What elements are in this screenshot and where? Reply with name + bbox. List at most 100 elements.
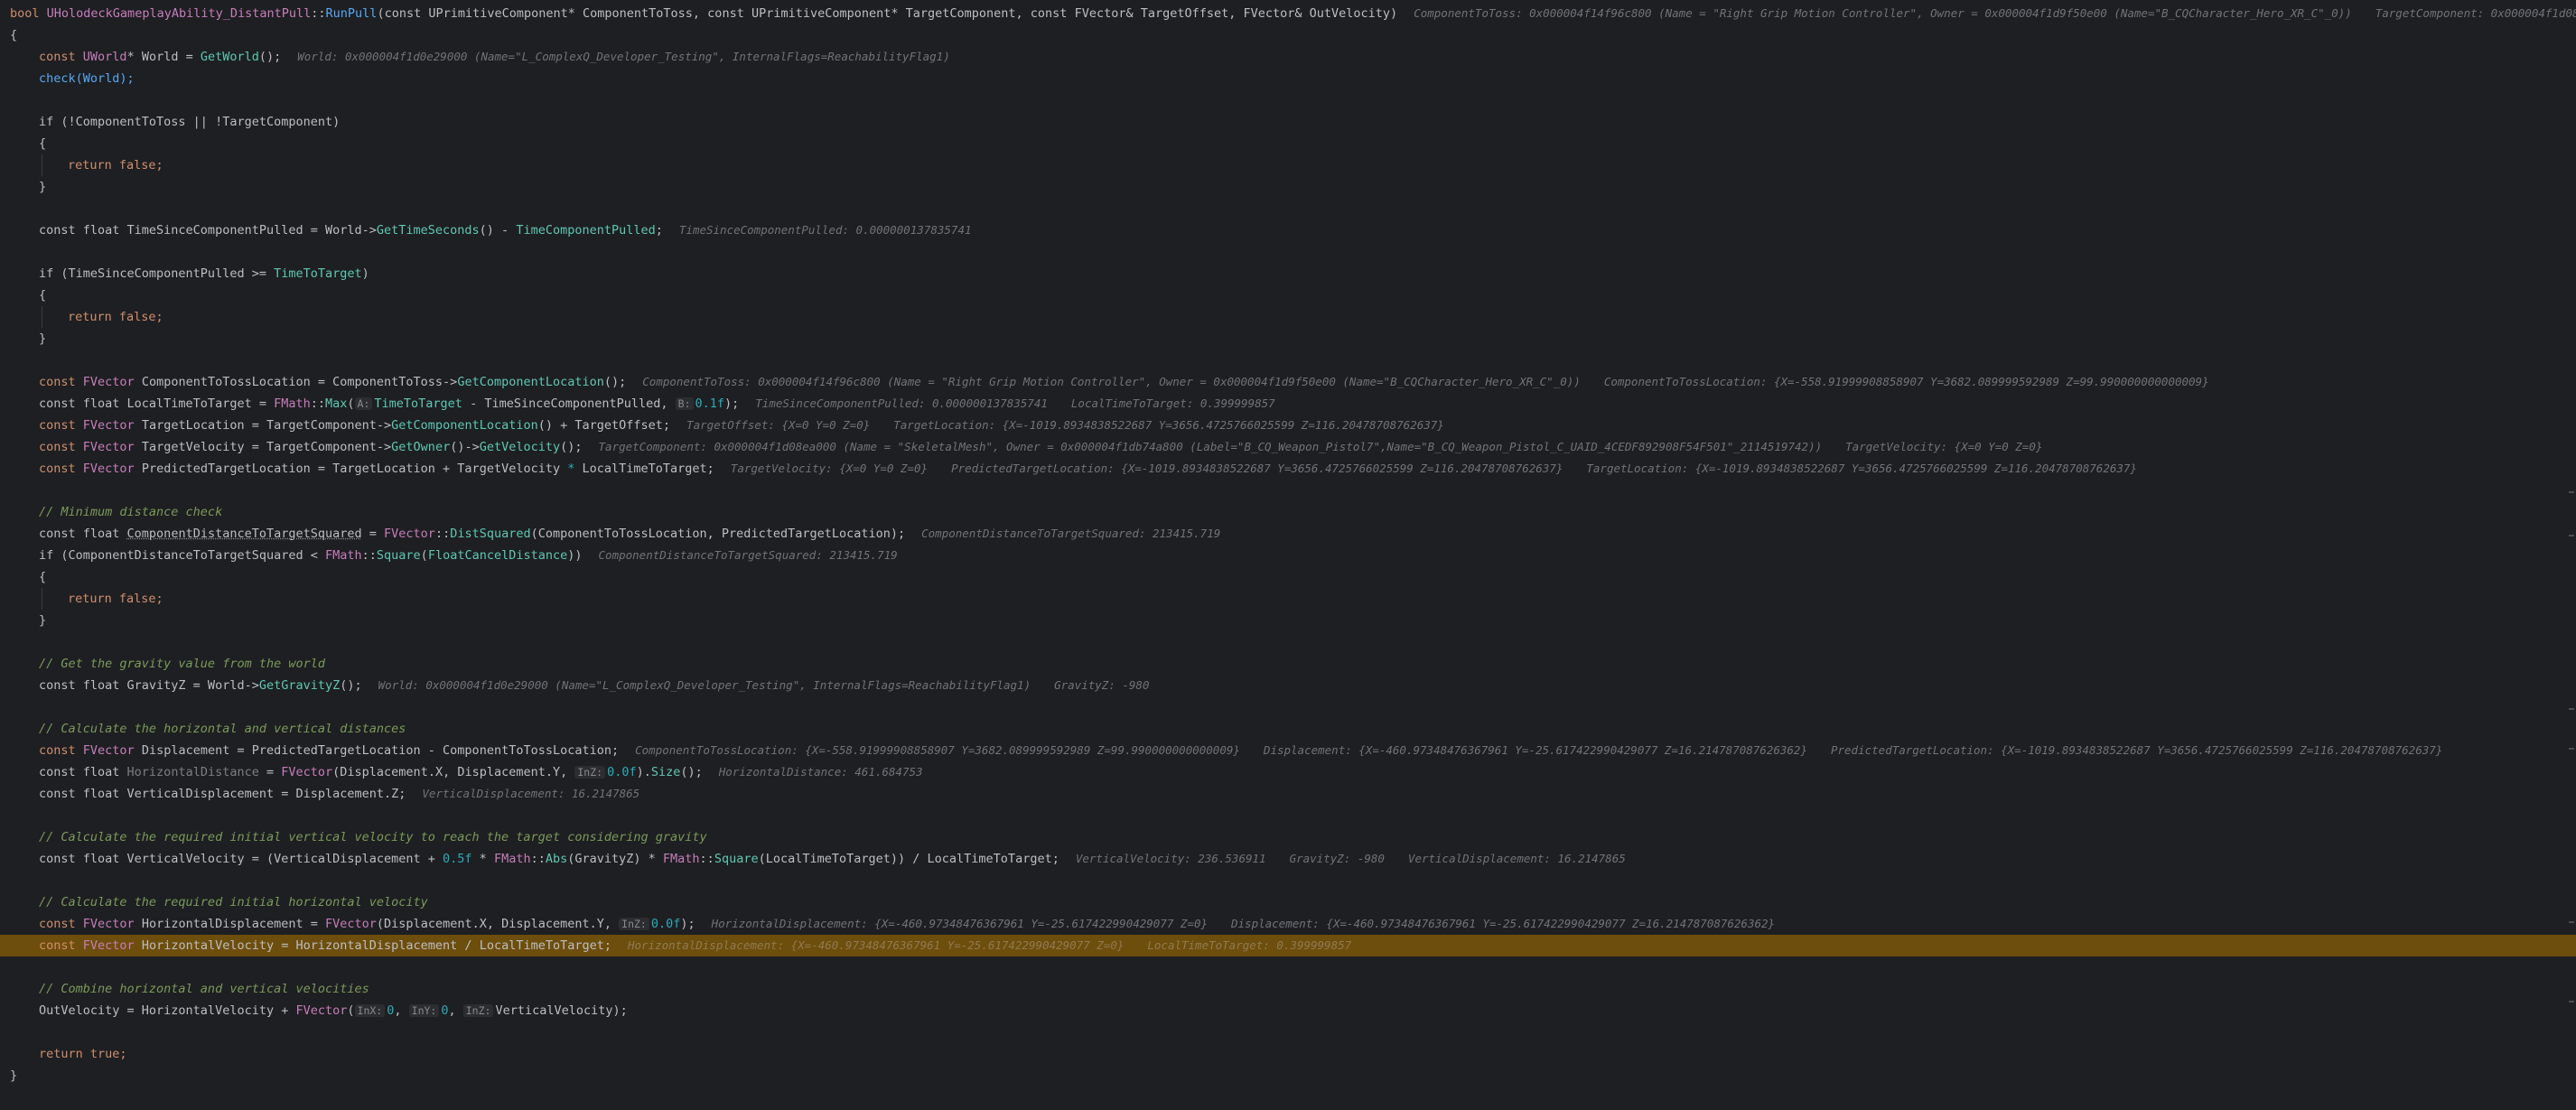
code-line[interactable]: OutVelocity = HorizontalVelocity + FVect… (0, 1000, 2576, 1021)
keyword: const (39, 418, 83, 433)
hint-text: TargetVelocity: {X=0 Y=0 Z=0} (1845, 440, 2043, 453)
method-call: Square (376, 548, 421, 563)
code-line[interactable]: if (ComponentDistanceToTargetSquared < F… (0, 545, 2576, 566)
unused-variable: HorizontalDistance (126, 765, 259, 779)
method-call: GetComponentLocation (391, 418, 538, 433)
if-statement: if (TimeSinceComponentPulled >= TimeToTa… (39, 263, 369, 284)
method-call: Size (650, 765, 681, 779)
code-line[interactable]: const float GravityZ = World->GetGravity… (0, 675, 2576, 696)
code-text: (); (340, 678, 362, 693)
code-line[interactable]: // Calculate the required initial horizo… (0, 891, 2576, 913)
statement: const float ComponentDistanceToTargetSqu… (39, 523, 1220, 545)
code-line[interactable]: return false; (0, 306, 2576, 328)
code-line[interactable]: const float VerticalDisplacement = Displ… (0, 783, 2576, 805)
statement: const FVector HorizontalDisplacement = F… (39, 913, 1798, 935)
code-text: :: (310, 396, 325, 411)
code-line[interactable]: // Calculate the horizontal and vertical… (0, 718, 2576, 740)
code-line[interactable]: check(World); (0, 68, 2576, 89)
code-line[interactable]: const float TimeSinceComponentPulled = W… (0, 219, 2576, 241)
scrollbar[interactable] (2569, 0, 2576, 1110)
method-call: Abs (545, 852, 568, 866)
hint-text: World: 0x000004f1d0e29000 (Name="L_Compl… (378, 678, 1031, 692)
scroll-marker (2569, 748, 2574, 750)
method-call: GetOwner (391, 440, 451, 454)
code-line[interactable]: // Get the gravity value from the world (0, 653, 2576, 675)
if-statement: if (!ComponentToToss || !TargetComponent… (39, 115, 341, 129)
inlay-hint: VerticalVelocity: 236.536911 GravityZ: -9… (1076, 852, 1649, 865)
code-line[interactable]: const FVector PredictedTargetLocation = … (0, 458, 2576, 480)
code-line[interactable]: return false; (0, 588, 2576, 610)
code-line[interactable]: const FVector TargetVelocity = TargetCom… (0, 436, 2576, 458)
hint-text: TimeSinceComponentPulled: 0.000000137835… (755, 396, 1048, 410)
code-text: * (471, 852, 494, 866)
code-line[interactable]: const FVector HorizontalDisplacement = F… (0, 913, 2576, 935)
code-text: (); (603, 375, 627, 389)
code-line[interactable]: bool UHolodeckGameplayAbility_DistantPul… (0, 3, 2576, 24)
code-text: TargetLocation = TargetComponent-> (134, 418, 392, 433)
hint-text: VerticalVelocity: 236.536911 (1075, 852, 1266, 865)
brace: } (39, 331, 47, 346)
code-line[interactable]: const float HorizontalDistance = FVector… (0, 761, 2576, 783)
keyword: const (39, 917, 83, 931)
code-text: HorizontalVelocity = HorizontalDisplacem… (134, 938, 611, 953)
parameter-hint: InZ: (574, 766, 606, 779)
statement: check(World); (39, 71, 135, 86)
code-line[interactable]: { (0, 284, 2576, 306)
code-line[interactable]: const FVector Displacement = PredictedTa… (0, 740, 2576, 761)
code-text: HorizontalDisplacement = (134, 917, 326, 931)
number-literal: 0.0f (650, 917, 681, 931)
code-line[interactable]: const FVector ComponentToTossLocation = … (0, 371, 2576, 393)
code-line[interactable]: const FVector TargetLocation = TargetCom… (0, 415, 2576, 436)
code-line[interactable]: // Calculate the required initial vertic… (0, 826, 2576, 848)
brace: } (39, 613, 47, 628)
code-text: () + TargetOffset; (537, 418, 671, 433)
code-line[interactable]: const float VerticalVelocity = (Vertical… (0, 848, 2576, 870)
code-text: (Displacement.X, Displacement.Y, (376, 917, 620, 931)
inlay-hint: HorizontalDisplacement: {X=-460.97348476… (628, 938, 1375, 952)
code-line[interactable]: if (!ComponentToToss || !TargetComponent… (0, 111, 2576, 133)
hint-text: ComponentToTossLocation: {X=-558.9199990… (1603, 375, 2209, 388)
inlay-hint: HorizontalDisplacement: {X=-460.97348476… (712, 917, 1798, 930)
code-line[interactable]: } (0, 328, 2576, 350)
scope-operator: :: (311, 6, 326, 21)
inlay-hint: TargetVelocity: {X=0 Y=0 Z=0} PredictedTa… (731, 462, 2161, 475)
current-execution-line[interactable]: const FVector HorizontalVelocity = Horiz… (0, 935, 2576, 956)
code-line[interactable]: // Minimum distance check (0, 501, 2576, 523)
code-line[interactable]: // Combine horizontal and vertical veloc… (0, 978, 2576, 1000)
code-line[interactable]: if (TimeSinceComponentPulled >= TimeToTa… (0, 263, 2576, 284)
code-line[interactable]: return false; (0, 154, 2576, 176)
number-literal: 0.1f (695, 396, 725, 411)
code-line[interactable]: } (0, 1065, 2576, 1087)
code-line[interactable]: const UWorld* World = GetWorld(); World: … (0, 46, 2576, 68)
function-signature: bool UHolodeckGameplayAbility_DistantPul… (10, 3, 2576, 24)
comment: // Get the gravity value from the world (39, 657, 325, 671)
type-name: FVector (82, 375, 135, 389)
comment: // Calculate the required initial horizo… (39, 895, 428, 909)
code-text: ; (655, 223, 663, 238)
code-line[interactable]: { (0, 24, 2576, 46)
code-text: :: (434, 527, 451, 541)
code-line[interactable]: return true; (0, 1043, 2576, 1065)
code-editor[interactable]: bool UHolodeckGameplayAbility_DistantPul… (0, 0, 2576, 1110)
hint-text: GravityZ: -980 (1289, 852, 1385, 865)
statement: const float VerticalVelocity = (Vertical… (39, 848, 1649, 870)
hint-text: HorizontalDisplacement: {X=-460.97348476… (711, 917, 1208, 930)
code-text: ( (347, 1003, 355, 1018)
code-line[interactable]: const float ComponentDistanceToTargetSqu… (0, 523, 2576, 545)
type-name: FMath (662, 852, 700, 866)
code-text: VerticalVelocity); (495, 1003, 628, 1018)
code-line[interactable]: } (0, 176, 2576, 198)
statement: const FVector Displacement = PredictedTa… (39, 740, 2466, 761)
code-line[interactable]: { (0, 566, 2576, 588)
code-text: Displacement = PredictedTargetLocation -… (134, 743, 620, 758)
method-call: GetTimeSeconds (376, 223, 480, 238)
hint-text: PredictedTargetLocation: {X=-1019.893483… (1830, 743, 2443, 757)
code-line[interactable]: const float LocalTimeToTarget = FMath::M… (0, 393, 2576, 415)
inlay-hint: TimeSinceComponentPulled: 0.000000137835… (678, 223, 972, 237)
code-text: const float TimeSinceComponentPulled = W… (39, 223, 377, 238)
inlay-hint: TargetComponent: 0x000004f1d08ea000 (Nam… (599, 440, 2067, 453)
code-line[interactable]: { (0, 133, 2576, 154)
parameter-hint: A: (354, 397, 373, 410)
statement: const float HorizontalDistance = FVector… (39, 761, 923, 783)
code-line[interactable]: } (0, 610, 2576, 631)
